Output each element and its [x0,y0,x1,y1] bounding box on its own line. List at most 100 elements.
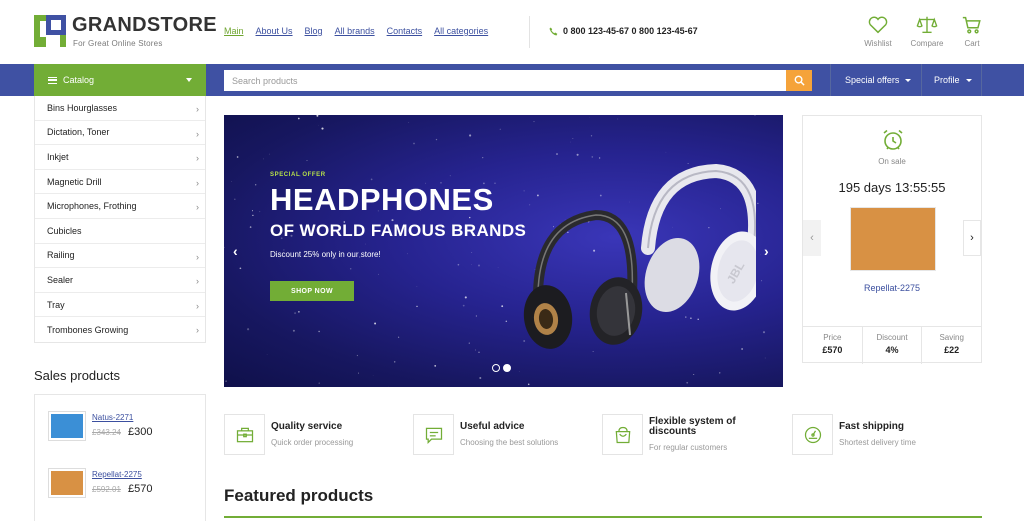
star [462,304,465,307]
catalog-item[interactable]: Microphones, Frothing › [35,194,205,219]
hero-slider[interactable]: SPECIAL OFFER HEADPHONES OF WORLD FAMOUS… [224,115,783,387]
star [590,135,593,137]
star [598,157,601,159]
star [397,336,400,338]
special-offers-menu[interactable]: Special offers [845,64,912,96]
feature-icon-box [224,414,265,455]
scales-icon [916,16,938,34]
old-price: £592.01 [92,485,121,494]
catalog-item[interactable]: Sealer › [35,268,205,293]
star [435,138,438,141]
old-price: £343.24 [92,428,121,437]
search-button[interactable] [786,70,812,91]
deal-product-image[interactable] [850,207,936,271]
feature-fast-shipping: Fast shipping Shortest delivery time [792,414,970,456]
discount-label: Discount [876,333,908,342]
feature-title: Fast shipping [839,421,904,432]
banner-text: Discount 25% only in our store! [270,250,381,259]
catalog-item[interactable]: Trombones Growing › [35,317,205,342]
slider-next-arrow[interactable]: › [764,243,769,259]
star [294,312,297,315]
feature-useful-advice: Useful advice Choosing the best solution… [413,414,591,456]
catalog-item[interactable]: Inkjet › [35,145,205,170]
product-name-link[interactable]: Natus-2271 [92,413,133,422]
deal-price: Price £570 [803,327,863,364]
star [252,214,254,217]
chevron-right-icon: › [196,153,199,164]
star [259,211,261,213]
deal-next-button[interactable]: › [963,220,981,256]
star [236,156,239,158]
star [416,286,418,287]
star [407,253,408,255]
star [757,202,759,204]
deal-widget: On sale 195 days 13:55:55 ‹ › Repellat-2… [802,115,982,364]
star [477,264,481,267]
nav-link-brands[interactable]: All brands [335,26,375,36]
star [225,380,227,382]
product-thumbnail[interactable] [48,468,86,498]
shop-now-button[interactable]: SHOP NOW [270,281,354,301]
catalog-item[interactable]: Railing › [35,244,205,269]
nav-link-categories[interactable]: All categories [434,26,488,36]
profile-menu[interactable]: Profile [934,64,972,96]
star [231,181,232,183]
star [349,268,352,270]
top-nav: Main About Us Blog All brands Contacts A… [224,26,488,36]
slider-pagination [492,364,511,372]
star [556,153,558,155]
chevron-right-icon: › [196,251,199,262]
product-name-link[interactable]: Repellat-2275 [92,470,142,479]
compare-button[interactable]: Compare [905,14,949,48]
cart-button[interactable]: Cart [950,14,994,48]
chevron-right-icon: › [196,128,199,139]
nav-link-about[interactable]: About Us [256,26,293,36]
slider-dot[interactable] [492,364,500,372]
star [482,156,484,159]
catalog-item[interactable]: Cubicles [35,219,205,244]
nav-link-blog[interactable]: Blog [305,26,323,36]
search-icon [794,75,805,86]
star [413,142,415,145]
slider-prev-arrow[interactable]: ‹ [233,243,238,259]
star [374,322,377,325]
deal-product-name[interactable]: Repellat-2275 [803,283,981,293]
star [693,373,695,376]
star [224,246,225,249]
catalog-item[interactable]: Tray › [35,293,205,318]
phone-block[interactable]: 0 800 123-45-67 0 800 123-45-67 [549,26,698,36]
banner-headline: HEADPHONES [270,182,494,217]
catalog-item[interactable]: Magnetic Drill › [35,170,205,195]
header-divider [529,16,530,48]
deal-prev-button[interactable]: ‹ [803,220,821,256]
star [474,349,477,351]
special-offers-label: Special offers [845,75,900,85]
feature-quality-service: Quality service Quick order processing [224,414,402,456]
catalog-item[interactable]: Bins Hourglasses › [35,96,205,121]
star [297,117,300,120]
search-input[interactable] [224,70,786,91]
star [464,296,467,299]
star [665,151,667,153]
sale-product[interactable]: Repellat-2275 £592.01 £570 [48,468,198,508]
featured-products-title: Featured products [224,486,374,505]
product-image [51,414,83,438]
wishlist-button[interactable]: Wishlist [856,14,900,48]
briefcase-icon [236,427,253,442]
discount-value: 4% [885,345,899,355]
speedometer-icon [804,426,821,443]
catalog-item[interactable]: Dictation, Toner › [35,121,205,146]
product-thumbnail[interactable] [48,411,86,441]
nav-link-main[interactable]: Main [224,26,244,36]
star [378,273,379,275]
star [762,331,766,334]
catalog-toggle[interactable]: Catalog [34,64,206,96]
star [316,115,319,117]
sale-product[interactable]: Natus-2271 £343.24 £300 [48,411,198,451]
nav-link-contacts[interactable]: Contacts [387,26,423,36]
sale-price: £570 [128,483,153,495]
slider-dot-active[interactable] [503,364,511,372]
banner-subheadline: OF WORLD FAMOUS BRANDS [270,221,527,240]
toolbar-divider [830,64,831,96]
headphones-image: JBL [523,163,756,349]
